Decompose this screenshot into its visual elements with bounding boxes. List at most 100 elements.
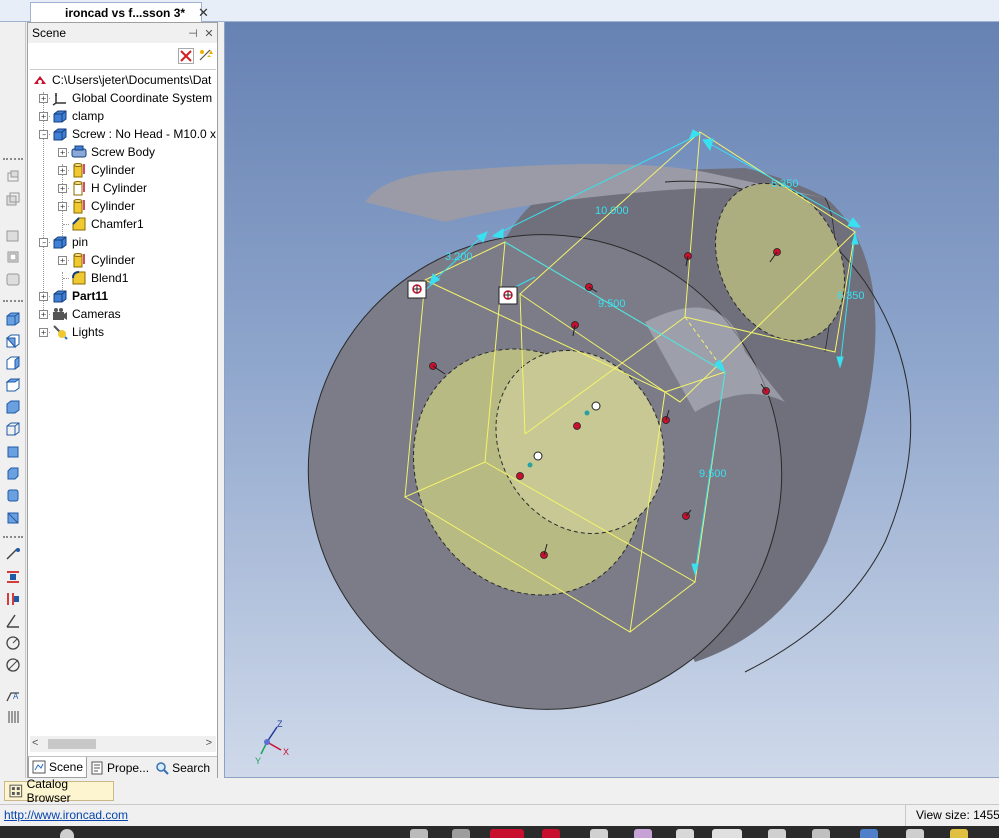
tree-item[interactable]: + Screw Body	[58, 143, 155, 161]
pin-icon[interactable]: ⊣	[185, 27, 201, 40]
tree-item-label: H Cylinder	[91, 181, 148, 195]
catalog-browser-tab[interactable]: Catalog Browser	[4, 777, 114, 805]
toolbar-grip[interactable]	[3, 536, 23, 540]
scene-filter-input[interactable]	[30, 47, 174, 65]
tab-search-label: Search	[172, 760, 211, 775]
axis-triad: Z X Y	[255, 719, 289, 766]
taskbar-app-icon[interactable]	[452, 829, 470, 838]
shaded-view-icon[interactable]	[4, 442, 22, 460]
radius-icon[interactable]	[4, 634, 22, 652]
dimension-label[interactable]: 10.000	[595, 205, 629, 217]
tab-scene[interactable]: Scene	[28, 757, 88, 778]
scrollbar-thumb[interactable]	[48, 739, 96, 749]
taskbar-app-icon[interactable]	[712, 829, 742, 838]
taskbar-app-icon[interactable]	[906, 829, 924, 838]
document-tab[interactable]: ironcad vs f...sson 3* ✕	[30, 2, 209, 22]
tree-connector	[44, 332, 50, 333]
taskbar-app-icon[interactable]	[860, 829, 878, 838]
catalog-bar: Catalog Browser	[0, 777, 999, 805]
catalog-icon	[9, 784, 23, 798]
scroll-right-icon[interactable]: >	[206, 737, 212, 749]
taskbar-app-icon[interactable]	[812, 829, 830, 838]
part-icon	[52, 288, 68, 304]
cameras-icon	[52, 306, 68, 322]
hole-cylinder-icon	[71, 180, 87, 196]
offset-icon[interactable]	[4, 248, 22, 266]
annotation-icon[interactable]: A	[4, 686, 22, 704]
scroll-left-icon[interactable]: <	[32, 737, 38, 749]
tree-item[interactable]: + Cylinder	[58, 251, 135, 269]
tree-horizontal-scrollbar[interactable]: < >	[30, 736, 216, 752]
tree-item[interactable]: C:\Users\jeter\Documents\Dat	[32, 71, 211, 89]
iso-view-icon[interactable]	[4, 398, 22, 416]
tree-item[interactable]: + H Cylinder	[58, 179, 147, 197]
scene-tab-icon	[32, 760, 46, 774]
back-view-icon[interactable]	[4, 486, 22, 504]
tree-item[interactable]: + Cameras	[39, 305, 121, 323]
tree-item-label: C:\Users\jeter\Documents\Dat	[52, 73, 212, 87]
anchor-marker-icon[interactable]	[498, 286, 518, 305]
coordinate-system-icon	[52, 90, 68, 106]
taskbar-app-icon[interactable]	[676, 829, 694, 838]
tree-connector	[63, 278, 69, 279]
dimension-label[interactable]: 3.200	[445, 251, 473, 263]
taskbar-app-icon[interactable]	[410, 829, 428, 838]
dimension-label[interactable]: 6.350	[771, 178, 799, 190]
shell-icon[interactable]	[4, 226, 22, 244]
taskbar-app-icon[interactable]	[634, 829, 652, 838]
website-link[interactable]: http://www.ironcad.com	[4, 808, 128, 822]
side-view-icon[interactable]	[4, 354, 22, 372]
front-view-icon[interactable]	[4, 332, 22, 350]
taskbar-app-icon[interactable]	[542, 829, 560, 838]
dimension-label[interactable]: 9.500	[598, 298, 626, 310]
close-panel-icon[interactable]: ✕	[201, 27, 217, 40]
taskbar-app-icon[interactable]	[590, 829, 608, 838]
thicken-icon[interactable]	[4, 270, 22, 288]
copy-shape-icon[interactable]	[4, 190, 22, 208]
anchor-marker-icon[interactable]	[407, 280, 427, 299]
taskbar-app-icon[interactable]	[768, 829, 786, 838]
screw-body-icon	[71, 144, 87, 160]
tree-item[interactable]: + Global Coordinate System	[39, 89, 212, 107]
angle-icon[interactable]	[4, 612, 22, 630]
add-filter-icon[interactable]	[198, 48, 214, 64]
status-bar: http://www.ironcad.com View size: 1455 x	[0, 804, 999, 827]
tree-connector	[44, 242, 50, 243]
vertical-distance-icon[interactable]	[4, 590, 22, 608]
top-view-icon[interactable]	[4, 376, 22, 394]
dimension-label[interactable]: 6.350	[837, 290, 865, 302]
bottom-view-icon[interactable]	[4, 464, 22, 482]
tab-scene-label: Scene	[49, 760, 84, 774]
taskbar-app-icon[interactable]	[490, 829, 524, 838]
toolbar-grip[interactable]	[3, 300, 23, 304]
tab-search[interactable]: Search	[152, 757, 213, 778]
diameter-icon[interactable]	[4, 656, 22, 674]
measure-icon[interactable]	[4, 546, 22, 564]
3d-viewport[interactable]: 6.350 10.000 3.200 9.500 6.350 9.500 Z X…	[224, 22, 999, 778]
scene-panel-header: Scene ⊣ ✕	[28, 23, 217, 43]
tree-item-label: Screw : No Head - M10.0 x	[72, 127, 216, 141]
snap-icon[interactable]	[4, 168, 22, 186]
hatch-icon[interactable]	[4, 708, 22, 726]
distance-icon[interactable]	[4, 568, 22, 586]
box-view-icon[interactable]	[4, 310, 22, 328]
taskbar-app-icon[interactable]	[950, 829, 968, 838]
tree-item[interactable]: + Cylinder	[58, 197, 135, 215]
tab-properties[interactable]: Prope...	[87, 757, 152, 778]
scene-panel-tabs: Scene Prope... Search	[28, 756, 217, 778]
tree-item[interactable]: - Screw : No Head - M10.0 x	[39, 125, 216, 143]
tree-item[interactable]: + Cylinder	[58, 161, 135, 179]
wire-view-icon[interactable]	[4, 420, 22, 438]
svg-text:A: A	[13, 692, 19, 701]
scene-render[interactable]: 6.350 10.000 3.200 9.500 6.350 9.500 Z X…	[225, 22, 999, 778]
toolbar-grip[interactable]	[3, 158, 23, 162]
close-document-icon[interactable]: ✕	[198, 5, 209, 21]
dimension-label[interactable]: 9.500	[699, 468, 727, 480]
tree-connector	[44, 314, 50, 315]
tree-item[interactable]: Chamfer1	[58, 215, 144, 233]
taskbar-app-icon[interactable]	[60, 829, 74, 838]
clear-filter-icon[interactable]	[178, 48, 194, 64]
tree-item-label: pin	[72, 235, 89, 249]
left-view-icon[interactable]	[4, 508, 22, 526]
tree-connector	[63, 224, 69, 225]
